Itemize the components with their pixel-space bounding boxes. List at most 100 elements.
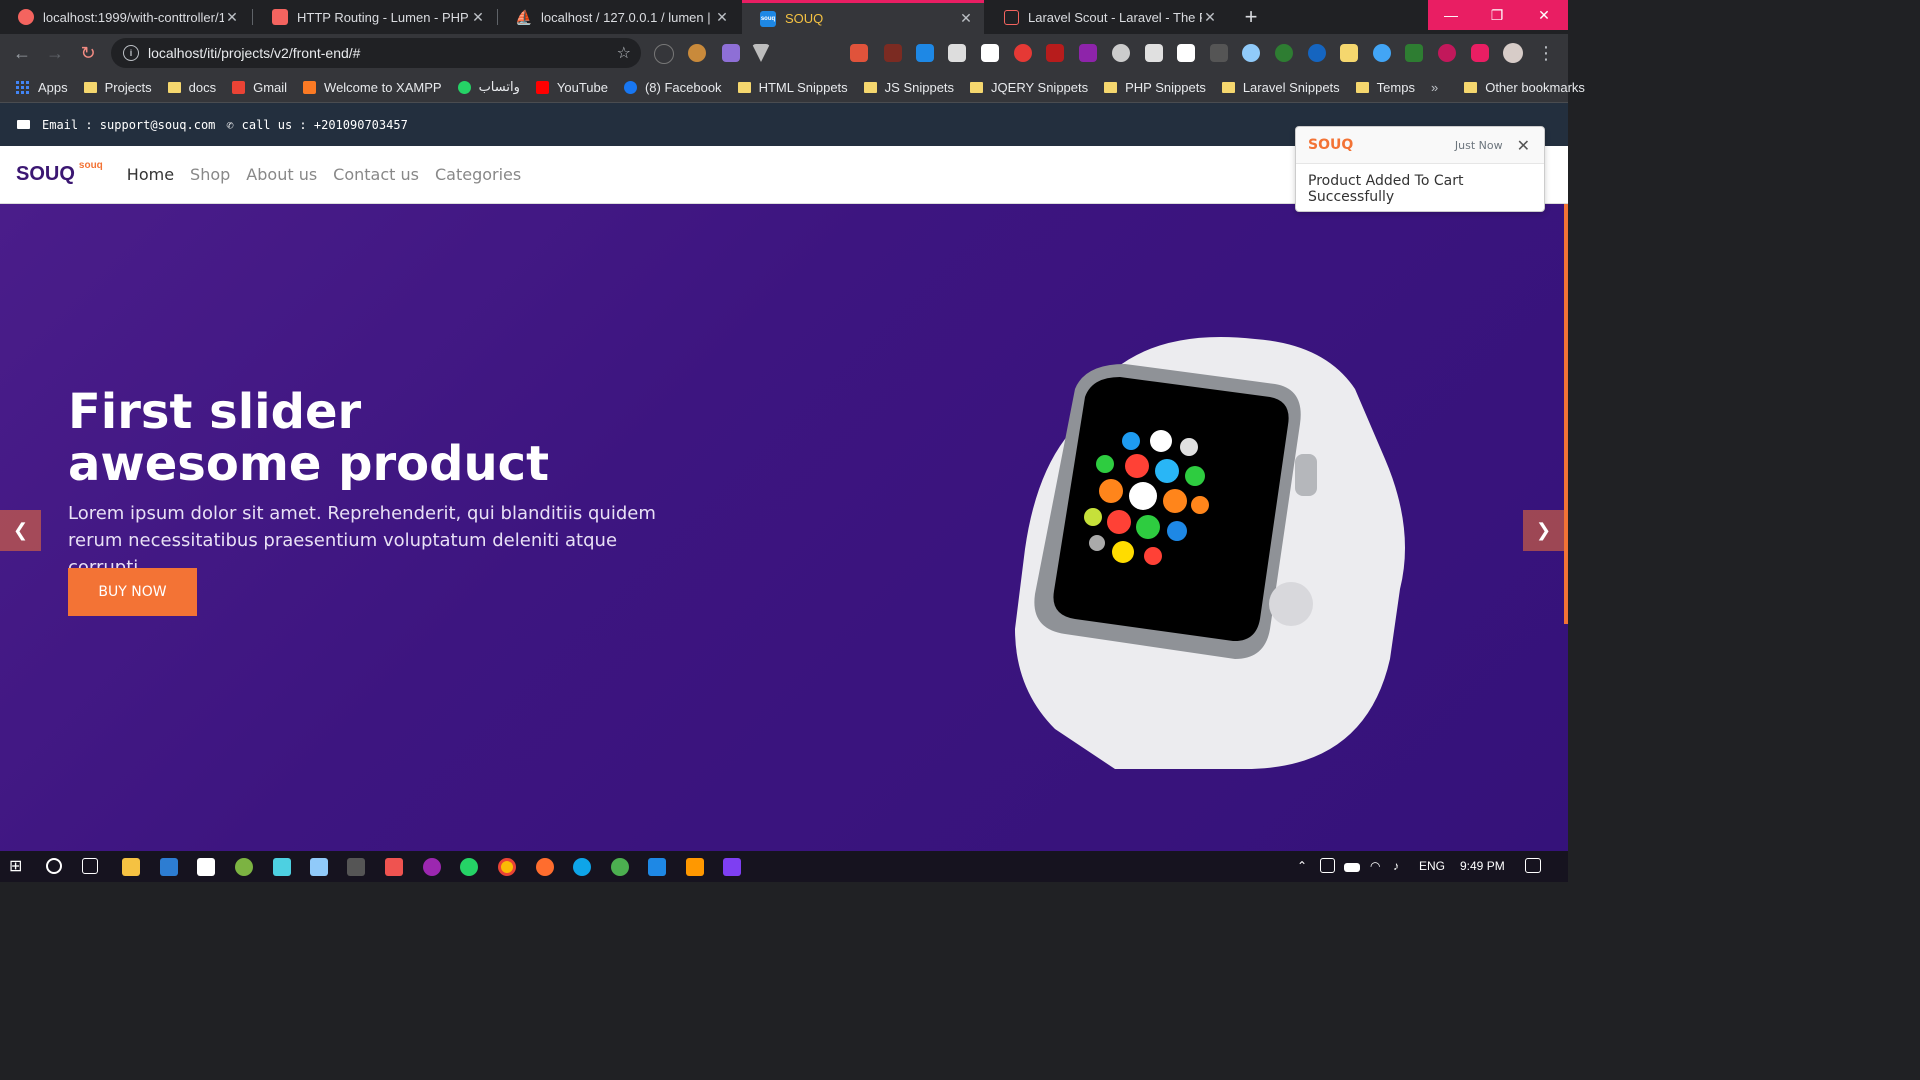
extension-pdf-icon[interactable]: [1046, 44, 1064, 62]
volume-icon[interactable]: ♪: [1393, 859, 1399, 873]
app-icon[interactable]: [310, 858, 328, 876]
extension-vue-icon[interactable]: [752, 44, 770, 62]
bookmark-docs[interactable]: docs: [167, 80, 216, 95]
extension-pen-icon[interactable]: [722, 44, 740, 62]
bookmark-projects[interactable]: Projects: [83, 80, 152, 95]
extension-face-icon[interactable]: [1340, 44, 1358, 62]
task-view-icon[interactable]: [82, 858, 98, 874]
extensions-puzzle-icon[interactable]: [1471, 44, 1489, 62]
extension-grey-icon[interactable]: [1112, 44, 1130, 62]
app-icon[interactable]: [536, 858, 554, 876]
extension-wave-icon[interactable]: [1373, 44, 1391, 62]
extension-blue-icon[interactable]: [916, 44, 934, 62]
site-info-icon[interactable]: i: [123, 45, 139, 61]
close-window-button[interactable]: ✕: [1520, 0, 1568, 30]
restore-button[interactable]: ❐: [1474, 0, 1520, 30]
close-tab-icon[interactable]: ✕: [470, 9, 486, 26]
extension-heart-icon[interactable]: [1438, 44, 1456, 62]
windows-start-icon[interactable]: ⊞: [9, 858, 27, 876]
extension-barcode-icon[interactable]: [1210, 44, 1228, 62]
close-icon[interactable]: ✕: [1517, 136, 1530, 155]
clock[interactable]: 9:49 PM: [1460, 859, 1505, 873]
bookmark-gmail[interactable]: Gmail: [232, 80, 287, 95]
app-icon[interactable]: [385, 858, 403, 876]
bookmark-facebook[interactable]: (8) Facebook: [623, 80, 722, 95]
extension-adblock-icon[interactable]: [1014, 44, 1032, 62]
buy-now-button[interactable]: BUY NOW: [68, 568, 197, 616]
bookmark-xampp[interactable]: Welcome to XAMPP: [303, 80, 442, 95]
search-icon[interactable]: [46, 858, 62, 874]
extension-recycle-icon[interactable]: [654, 44, 674, 64]
address-bar[interactable]: i localhost/iti/projects/v2/front-end/# …: [111, 38, 641, 68]
extension-cookie-icon[interactable]: [688, 44, 706, 62]
edge-icon[interactable]: [573, 858, 591, 876]
wifi-icon[interactable]: ◠: [1370, 859, 1380, 873]
close-tab-icon[interactable]: ✕: [1202, 9, 1218, 26]
slider-next-arrow[interactable]: ❯: [1523, 510, 1564, 551]
bookmark-php-snippets[interactable]: PHP Snippets: [1104, 80, 1206, 95]
minimize-button[interactable]: —: [1428, 0, 1474, 30]
mail-icon[interactable]: [160, 858, 178, 876]
browser-menu-icon[interactable]: ⋮: [1534, 41, 1558, 65]
extension-purple-icon[interactable]: [1079, 44, 1097, 62]
terminal-icon[interactable]: [347, 858, 365, 876]
extension-envelope-icon[interactable]: [1177, 44, 1195, 62]
battery-icon[interactable]: [1344, 863, 1360, 872]
topbar-email[interactable]: Email : support@souq.com: [42, 118, 215, 132]
bookmark-laravel-snippets[interactable]: Laravel Snippets: [1221, 80, 1340, 95]
bookmark-temps[interactable]: Temps: [1355, 80, 1415, 95]
extension-green-icon[interactable]: [1275, 44, 1293, 62]
whatsapp-icon[interactable]: [460, 858, 478, 876]
profile-avatar[interactable]: [1503, 43, 1523, 63]
phpstorm-icon[interactable]: [723, 858, 741, 876]
extension-200-icon[interactable]: [1405, 44, 1423, 62]
extension-compass-icon[interactable]: [1308, 44, 1326, 62]
other-bookmarks[interactable]: Other bookmarks: [1464, 80, 1585, 95]
nav-home[interactable]: Home: [127, 165, 174, 184]
sublime-icon[interactable]: [686, 858, 704, 876]
back-button[interactable]: ←: [10, 41, 34, 65]
more-bookmarks-button[interactable]: »: [1431, 80, 1438, 95]
topbar-phone[interactable]: call us : +201090703457: [242, 118, 408, 132]
nav-shop[interactable]: Shop: [190, 165, 230, 184]
slider-prev-arrow[interactable]: ❮: [0, 510, 41, 551]
site-logo[interactable]: SOUQ souq: [16, 160, 103, 186]
app-icon[interactable]: [235, 858, 253, 876]
notifications-icon[interactable]: [1525, 858, 1541, 873]
language-indicator[interactable]: ENG: [1419, 859, 1445, 873]
bookmark-whatsapp[interactable]: واتساب: [457, 79, 520, 95]
file-explorer-icon[interactable]: [122, 858, 140, 876]
nav-contact-us[interactable]: Contact us: [333, 165, 419, 184]
browser-tab[interactable]: Laravel Scout - Laravel - The PHP ✕: [986, 0, 1228, 34]
bookmark-star-icon[interactable]: ☆: [617, 43, 631, 63]
new-tab-button[interactable]: +: [1238, 4, 1264, 30]
extension-hand-icon[interactable]: [981, 44, 999, 62]
show-hidden-icons-icon[interactable]: ⌃: [1297, 859, 1307, 873]
reload-button[interactable]: ↻: [76, 41, 100, 65]
close-tab-icon[interactable]: ✕: [958, 10, 974, 27]
tray-icon[interactable]: [1320, 858, 1335, 873]
bookmark-apps[interactable]: Apps: [16, 80, 68, 95]
close-tab-icon[interactable]: ✕: [224, 9, 240, 26]
app-icon[interactable]: [273, 858, 291, 876]
app-icon[interactable]: [423, 858, 441, 876]
browser-tab[interactable]: HTTP Routing - Lumen - PHP Mic ✕: [254, 0, 496, 34]
nav-about-us[interactable]: About us: [246, 165, 317, 184]
vscode-icon[interactable]: [648, 858, 666, 876]
bookmark-jquery-snippets[interactable]: JQERY Snippets: [970, 80, 1088, 95]
page-scrollbar[interactable]: [1564, 204, 1568, 624]
close-tab-icon[interactable]: ✕: [714, 9, 730, 26]
store-icon[interactable]: [197, 858, 215, 876]
extension-camera-icon[interactable]: [948, 44, 966, 62]
extension-icon[interactable]: [884, 44, 902, 62]
forward-button[interactable]: →: [43, 41, 67, 65]
nav-categories[interactable]: Categories: [435, 165, 521, 184]
app-icon[interactable]: [611, 858, 629, 876]
browser-tab-active[interactable]: souq SOUQ ✕: [742, 0, 984, 34]
bookmark-youtube[interactable]: YouTube: [535, 80, 608, 95]
extension-red-icon[interactable]: [850, 44, 868, 62]
browser-tab[interactable]: localhost:1999/with-conttroller/1 ✕: [0, 0, 250, 34]
bookmark-html-snippets[interactable]: HTML Snippets: [737, 80, 848, 95]
extension-cube-icon[interactable]: [1145, 44, 1163, 62]
extension-circle-icon[interactable]: [1242, 44, 1260, 62]
